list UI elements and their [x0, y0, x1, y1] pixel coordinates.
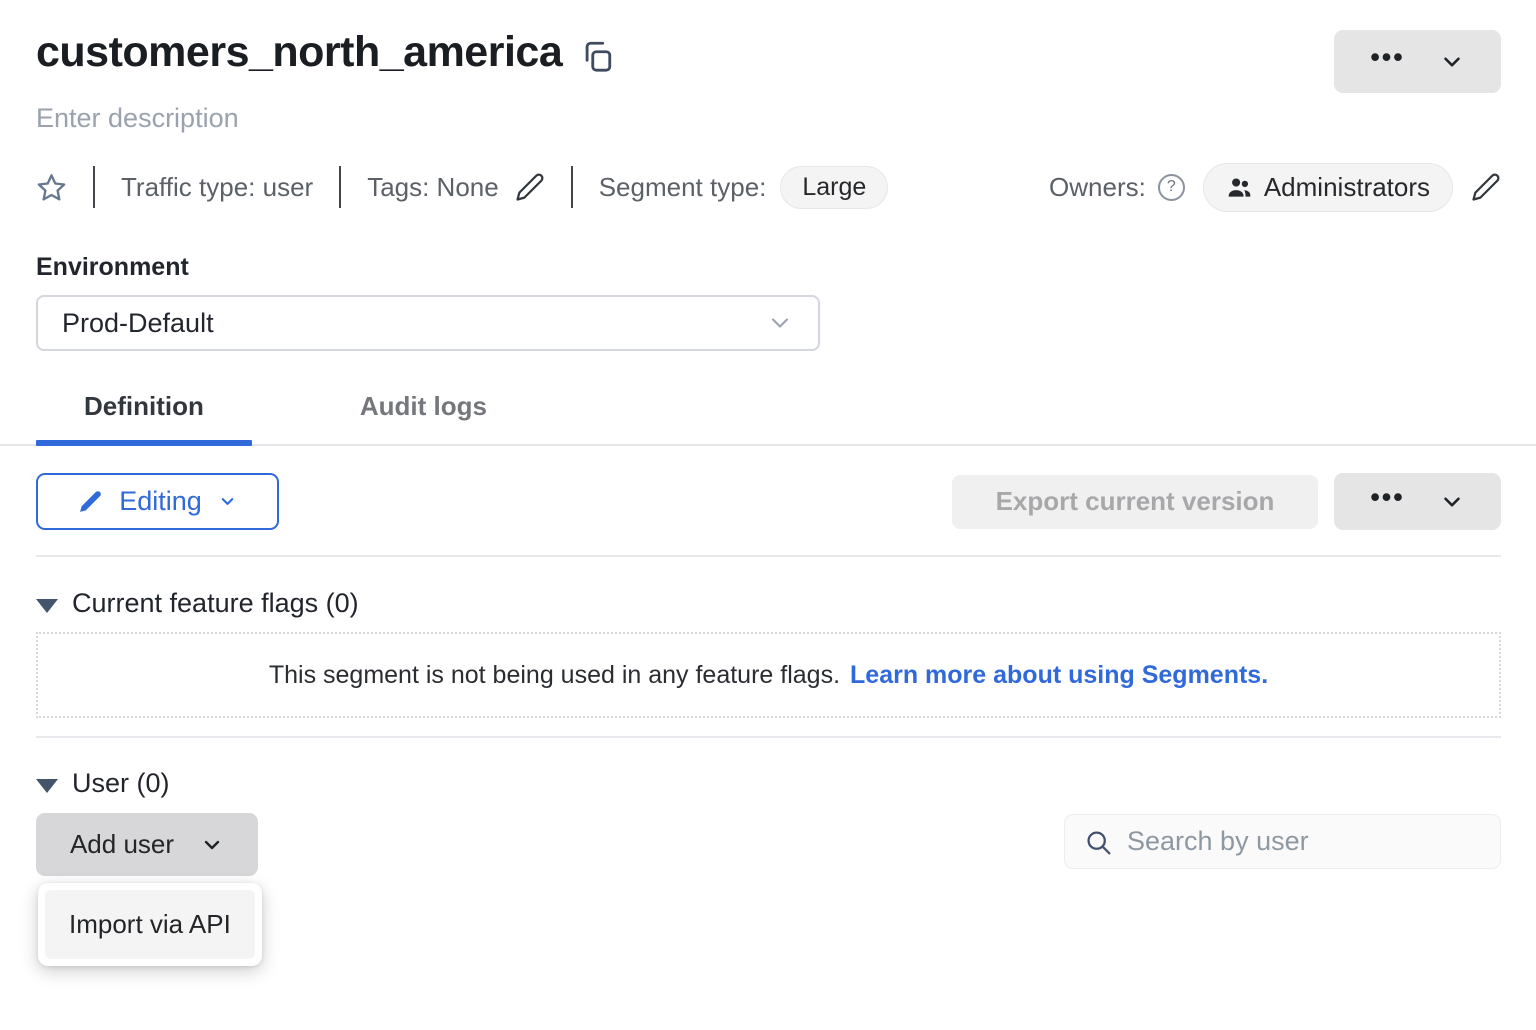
help-icon[interactable]: ? — [1158, 174, 1185, 201]
traffic-type-label: Traffic type: user — [121, 172, 313, 203]
environment-label: Environment — [36, 253, 1501, 282]
editing-label: Editing — [119, 486, 202, 517]
tab-definition[interactable]: Definition — [36, 391, 252, 444]
pencil-icon — [78, 489, 103, 514]
caret-down-icon — [36, 599, 58, 613]
chevron-down-icon — [218, 492, 237, 511]
toolbar-right-group: Export current version ••• — [952, 473, 1501, 530]
title-row: customers_north_america ••• — [36, 28, 1501, 77]
add-user-group: Add user Import via API — [36, 813, 258, 876]
owners-value: Administrators — [1264, 172, 1430, 203]
caret-down-icon — [36, 779, 58, 793]
feature-flags-section: Current feature flags (0) This segment i… — [36, 588, 1501, 718]
editing-status-button[interactable]: Editing — [36, 473, 279, 530]
user-section-header[interactable]: User (0) — [36, 768, 170, 799]
search-input[interactable] — [1065, 815, 1500, 868]
chevron-down-icon — [1439, 49, 1465, 75]
copy-icon[interactable] — [580, 39, 614, 73]
star-icon[interactable] — [36, 172, 67, 203]
divider — [36, 555, 1501, 557]
feature-flags-title: Current feature flags (0) — [72, 588, 359, 619]
ellipsis-icon: ••• — [1370, 484, 1404, 519]
user-section-title: User (0) — [72, 768, 170, 799]
description-field[interactable]: Enter description — [36, 103, 1501, 134]
divider — [36, 736, 1501, 738]
ellipsis-icon: ••• — [1370, 44, 1404, 79]
owners-label: Owners: — [1049, 172, 1146, 203]
divider — [93, 166, 95, 208]
definition-panel: Editing Export current version ••• Cur — [0, 473, 1536, 876]
header-more-button[interactable]: ••• — [1334, 30, 1501, 93]
add-user-label: Add user — [70, 829, 174, 860]
tab-audit-logs[interactable]: Audit logs — [312, 391, 535, 444]
add-user-menu: Import via API — [38, 883, 262, 966]
feature-flags-section-header[interactable]: Current feature flags (0) — [36, 588, 359, 619]
segment-detail-page: customers_north_america ••• Enter descri… — [0, 28, 1536, 876]
tags-label: Tags: None — [367, 172, 499, 203]
environment-select[interactable]: Prod-Default — [36, 295, 820, 351]
environment-selected-value: Prod-Default — [62, 308, 214, 339]
segment-header: customers_north_america ••• Enter descri… — [0, 28, 1536, 351]
help-glyph: ? — [1167, 178, 1176, 196]
meta-row: Traffic type: user Tags: None Segment ty… — [36, 165, 1501, 209]
owners-group: Owners: ? Administrators — [1049, 163, 1501, 212]
empty-state-text: This segment is not being used in any fe… — [269, 661, 840, 690]
divider — [571, 166, 573, 208]
page-title: customers_north_america — [36, 28, 562, 77]
edit-tags-icon[interactable] — [515, 172, 545, 202]
divider — [339, 166, 341, 208]
owners-badge: Administrators — [1203, 163, 1453, 212]
user-controls-row: Add user Import via API — [36, 813, 1501, 876]
chevron-down-icon — [766, 309, 794, 337]
definition-toolbar: Editing Export current version ••• — [36, 473, 1501, 530]
toolbar-more-button[interactable]: ••• — [1334, 473, 1501, 530]
export-current-version-button[interactable]: Export current version — [952, 475, 1318, 529]
menu-item-import-via-api[interactable]: Import via API — [45, 890, 255, 959]
feature-flags-empty-state: This segment is not being used in any fe… — [36, 632, 1501, 718]
chevron-down-icon — [1439, 489, 1465, 515]
add-user-button[interactable]: Add user — [36, 813, 258, 876]
segment-type-label: Segment type: — [599, 172, 767, 203]
learn-more-link[interactable]: Learn more about using Segments. — [850, 661, 1268, 690]
tab-label: Definition — [84, 391, 204, 421]
tab-label: Audit logs — [360, 391, 487, 421]
users-icon — [1226, 174, 1253, 201]
edit-owners-icon[interactable] — [1471, 172, 1501, 202]
tab-bar: Definition Audit logs — [0, 391, 1536, 446]
user-search-box — [1064, 814, 1501, 869]
segment-type-badge: Large — [780, 166, 888, 209]
user-section: User (0) Add user Import via API — [36, 768, 1501, 876]
search-icon — [1084, 828, 1113, 857]
chevron-down-icon — [200, 833, 224, 857]
